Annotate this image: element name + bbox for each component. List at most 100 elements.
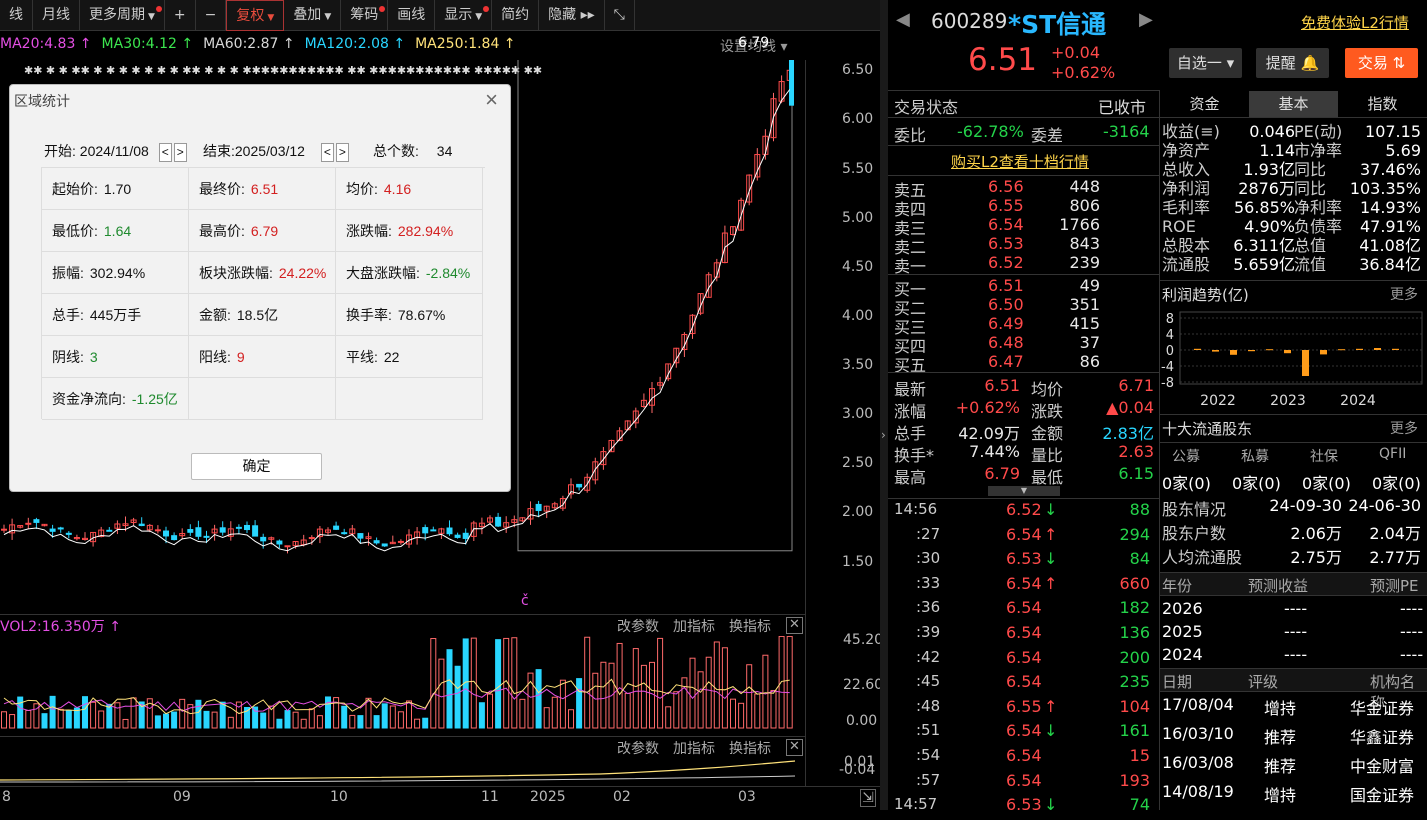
book-row[interactable]: 卖一 6.52 239 — [888, 253, 1160, 276]
buy-l2-link[interactable]: 购买L2查看十档行情 — [951, 151, 1089, 172]
stat-cell: 资金净流向: -1.25亿 — [42, 378, 189, 420]
sub2-add-indicator-button[interactable]: 加指标 — [673, 738, 715, 758]
book-price: 6.52 — [988, 253, 1024, 272]
book-row[interactable]: 卖二 6.53 843 — [888, 234, 1160, 257]
free-l2-link[interactable]: 免费体验L2行情 — [1301, 12, 1409, 33]
quote-value: ▲0.04 — [1106, 398, 1154, 417]
trade-button[interactable]: 交易 ⇅ — [1345, 48, 1418, 78]
vol-axis-top: 45.20 — [843, 632, 880, 648]
book-row[interactable]: 卖五 6.56 448 — [888, 177, 1160, 200]
tab-2[interactable]: 指数 — [1338, 91, 1427, 117]
table-cell: 华鑫证券 — [1350, 728, 1415, 747]
range-stats-dialog: 区域统计 × 开始: 2024/11/08 < > 结束:2025/03/12 <… — [9, 84, 511, 492]
table-cell: ---- — [1400, 599, 1424, 618]
holder-row-v2: 2.77万 — [1369, 548, 1421, 567]
tick-time: :42 — [916, 647, 941, 666]
book-price: 6.56 — [988, 177, 1024, 196]
profit-bar — [1248, 350, 1255, 352]
table-cell: ---- — [1284, 599, 1308, 618]
book-row[interactable]: 卖三 6.54 1766 — [888, 215, 1160, 238]
profit-year-tick: 2022 — [1200, 393, 1236, 408]
kline-chart-area[interactable]: 线月线 更多周期 ▼ + − 复权 ▼ 叠加 ▼ 筹码 画线 显示 ▼ 简约 隐藏 ▸▸ ⤡ MA20:4.8… — [0, 0, 880, 810]
profit-more-link[interactable]: 更多 — [1390, 284, 1418, 304]
sub2-close-icon[interactable]: ✕ — [786, 739, 803, 756]
date-tick: 03 — [738, 789, 756, 805]
fund-label: 流通股 — [1162, 255, 1211, 274]
date-tick: 11 — [481, 789, 499, 805]
table-cell: 17/08/04 — [1162, 695, 1234, 714]
book-row[interactable]: 卖四 6.55 806 — [888, 196, 1160, 219]
ok-button[interactable]: 确定 — [191, 453, 322, 480]
toolbar-item[interactable]: 线 — [0, 0, 33, 31]
tab-1[interactable]: 基本 — [1249, 91, 1338, 117]
toolbar-item-label: + — [173, 6, 186, 23]
table-header: 年份 预测收益 预测PE — [1160, 572, 1427, 596]
book-price: 6.53 — [988, 234, 1024, 253]
tick-list[interactable]: 14:56 6.52 ↓ 88:27 6.54 ↑ 294:30 6.53 ↓ 84:33 6.54… — [888, 500, 1160, 820]
tab-0[interactable]: 资金 — [1160, 91, 1249, 117]
fund-label: 毛利率 — [1162, 198, 1211, 217]
next-stock-icon[interactable]: ▶ — [1139, 9, 1153, 30]
holder-row-v1: 2.75万 — [1290, 548, 1342, 567]
toolbar-item[interactable]: 复权 ▼ — [226, 0, 285, 31]
stat-cell: 平线: 22 — [336, 336, 483, 378]
vol-add-indicator-button[interactable]: 加指标 — [673, 616, 715, 636]
expand-down-icon[interactable]: ▼ — [988, 486, 1060, 496]
collapse-arrow-icon[interactable]: › — [881, 428, 886, 442]
panel-splitter[interactable]: › — [880, 0, 888, 810]
tick-row: 14:56 6.52 ↓ 88 — [888, 500, 1160, 525]
stat-label: 金额: — [199, 307, 231, 323]
book-row[interactable]: 买二 6.50 351 — [888, 295, 1160, 318]
stat-value: 9 — [236, 349, 245, 365]
tick-price: 6.52 — [1006, 500, 1042, 519]
watchlist-button[interactable]: 自选一 ▾ — [1169, 48, 1242, 78]
table-cell: 中金财富 — [1350, 757, 1415, 776]
book-volume: 806 — [1069, 196, 1100, 215]
weibi-value: -62.78% — [957, 122, 1024, 141]
toolbar-item[interactable]: 显示 ▼ — [435, 0, 493, 31]
weibi-label: 委比 — [894, 126, 927, 145]
holder-row: 人均流通股 2.75万 2.77万 — [1160, 544, 1427, 568]
toolbar-item-label: 简约 — [501, 6, 530, 23]
tick-volume: 88 — [1129, 500, 1150, 519]
vol-param-button[interactable]: 改参数 — [617, 616, 659, 636]
start-prev-button[interactable]: < — [158, 142, 172, 162]
dialog-close-icon[interactable]: × — [485, 87, 498, 113]
holders-more-link[interactable]: 更多 — [1390, 418, 1418, 438]
toolbar-item[interactable]: 简约 — [492, 0, 540, 31]
toolbar-item[interactable]: + — [165, 0, 196, 31]
end-prev-button[interactable]: < — [320, 142, 334, 162]
stat-value: 4.16 — [383, 181, 412, 197]
quote-row: 最高 6.79 最低 6.15 — [888, 464, 1160, 487]
end-next-button[interactable]: > — [335, 142, 349, 162]
notification-dot-icon — [379, 5, 386, 12]
toolbar-item[interactable]: 叠加 ▼ — [284, 0, 342, 31]
book-row[interactable]: 买一 6.51 49 — [888, 276, 1160, 299]
prev-stock-icon[interactable]: ◀ — [896, 9, 910, 30]
profit-trend-chart: 840-4-8 2022 2023 2024 — [1161, 311, 1423, 408]
book-row[interactable]: 买三 6.49 415 — [888, 314, 1160, 337]
book-volume: 86 — [1079, 352, 1100, 371]
toolbar-item[interactable]: − — [196, 0, 227, 31]
stat-cell: 均价: 4.16 — [336, 168, 483, 210]
toolbar-item[interactable]: 月线 — [33, 0, 80, 31]
fund-row: 总收入 1.93亿 同比 37.46% — [1160, 160, 1427, 179]
scroll-end-icon[interactable]: ⇲ — [860, 789, 876, 807]
dropdown-caret-icon: ▼ — [267, 12, 275, 23]
vol-close-icon[interactable]: ✕ — [786, 617, 803, 634]
start-next-button[interactable]: > — [173, 142, 187, 162]
toolbar-item[interactable]: 筹码 — [341, 0, 389, 31]
sub2-param-button[interactable]: 改参数 — [617, 738, 659, 758]
toolbar-item[interactable]: 更多周期 ▼ — [80, 0, 165, 31]
toolbar-item[interactable]: 画线 — [388, 0, 436, 31]
alert-button[interactable]: 提醒 🔔 — [1256, 48, 1329, 78]
book-row[interactable]: 买五 6.47 86 — [888, 352, 1160, 375]
fund-row: 毛利率 56.85% 净利率 14.93% — [1160, 198, 1427, 217]
toolbar-item[interactable]: ⤡ — [605, 0, 635, 31]
stock-name: *ST信通 — [1008, 10, 1107, 39]
toolbar-item[interactable]: 隐藏 ▸▸ — [539, 0, 605, 31]
vol-switch-indicator-button[interactable]: 换指标 — [729, 616, 771, 636]
book-row[interactable]: 买四 6.48 37 — [888, 333, 1160, 356]
fund-value: 6.311亿 — [1233, 236, 1295, 255]
sub2-switch-indicator-button[interactable]: 换指标 — [729, 738, 771, 758]
